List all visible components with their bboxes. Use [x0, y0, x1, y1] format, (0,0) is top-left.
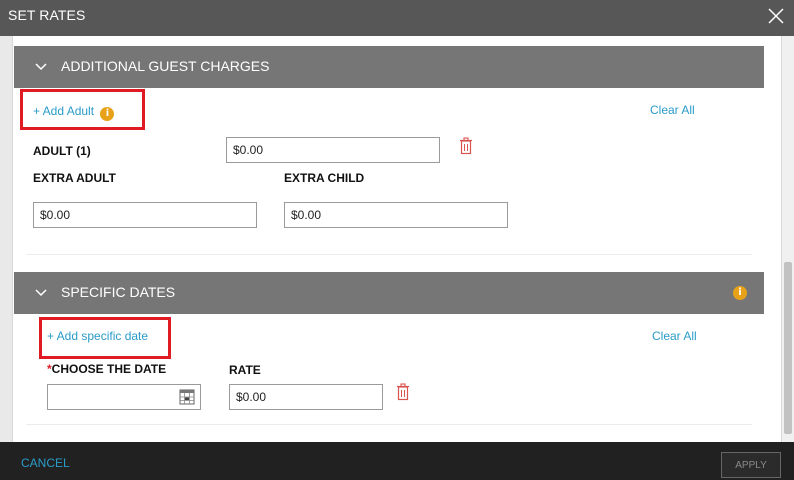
- apply-button[interactable]: APPLY: [721, 452, 781, 478]
- calendar-icon[interactable]: [179, 389, 195, 405]
- info-icon[interactable]: i: [733, 286, 747, 300]
- dialog-title-bar: SET RATES: [0, 0, 794, 36]
- chevron-down-icon[interactable]: [34, 60, 48, 74]
- section-divider: [26, 254, 752, 255]
- adult-rate-input[interactable]: [226, 137, 440, 163]
- info-icon[interactable]: i: [100, 107, 115, 121]
- additional-guest-charges-body: + Add Adult i Clear All ADULT (1) EXTRA …: [14, 88, 764, 260]
- cancel-button[interactable]: CANCEL: [21, 456, 70, 470]
- add-specific-date-link[interactable]: + Add specific date: [47, 329, 148, 343]
- extra-child-label: EXTRA CHILD: [284, 171, 365, 185]
- trash-icon[interactable]: [396, 383, 410, 401]
- choose-date-text: CHOOSE THE DATE: [51, 362, 167, 376]
- rate-label: RATE: [229, 363, 261, 377]
- dialog-title: SET RATES: [8, 7, 86, 23]
- chevron-down-icon[interactable]: [34, 286, 48, 300]
- dialog-footer: CANCEL APPLY: [0, 442, 794, 480]
- choose-date-label: *CHOOSE THE DATE: [47, 362, 166, 376]
- section-title: ADDITIONAL GUEST CHARGES: [61, 58, 270, 74]
- clear-all-dates-link[interactable]: Clear All: [652, 329, 697, 343]
- section-divider: [26, 424, 752, 425]
- additional-guest-charges-header[interactable]: ADDITIONAL GUEST CHARGES: [14, 46, 764, 88]
- extra-adult-label: EXTRA ADULT: [33, 171, 116, 185]
- choose-date-input[interactable]: [47, 384, 201, 410]
- add-adult-link[interactable]: + Add Adult i: [33, 104, 115, 121]
- rate-input[interactable]: [229, 384, 383, 410]
- section-title: SPECIFIC DATES: [61, 284, 176, 300]
- vertical-scrollbar[interactable]: [782, 36, 794, 442]
- add-adult-label: + Add Adult: [33, 104, 95, 118]
- scrollbar-thumb[interactable]: [784, 262, 792, 434]
- specific-dates-header[interactable]: SPECIFIC DATES i: [14, 272, 764, 314]
- trash-icon[interactable]: [459, 137, 473, 155]
- extra-adult-input[interactable]: [33, 202, 257, 228]
- extra-child-input[interactable]: [284, 202, 508, 228]
- specific-dates-body: + Add specific date Clear All *CHOOSE TH…: [14, 314, 764, 442]
- close-icon[interactable]: [766, 6, 786, 26]
- content-panel: ADDITIONAL GUEST CHARGES + Add Adult i C…: [12, 36, 782, 442]
- adult-label: ADULT (1): [33, 144, 91, 158]
- clear-all-adult-link[interactable]: Clear All: [650, 103, 695, 117]
- dialog-content: ADDITIONAL GUEST CHARGES + Add Adult i C…: [0, 36, 794, 442]
